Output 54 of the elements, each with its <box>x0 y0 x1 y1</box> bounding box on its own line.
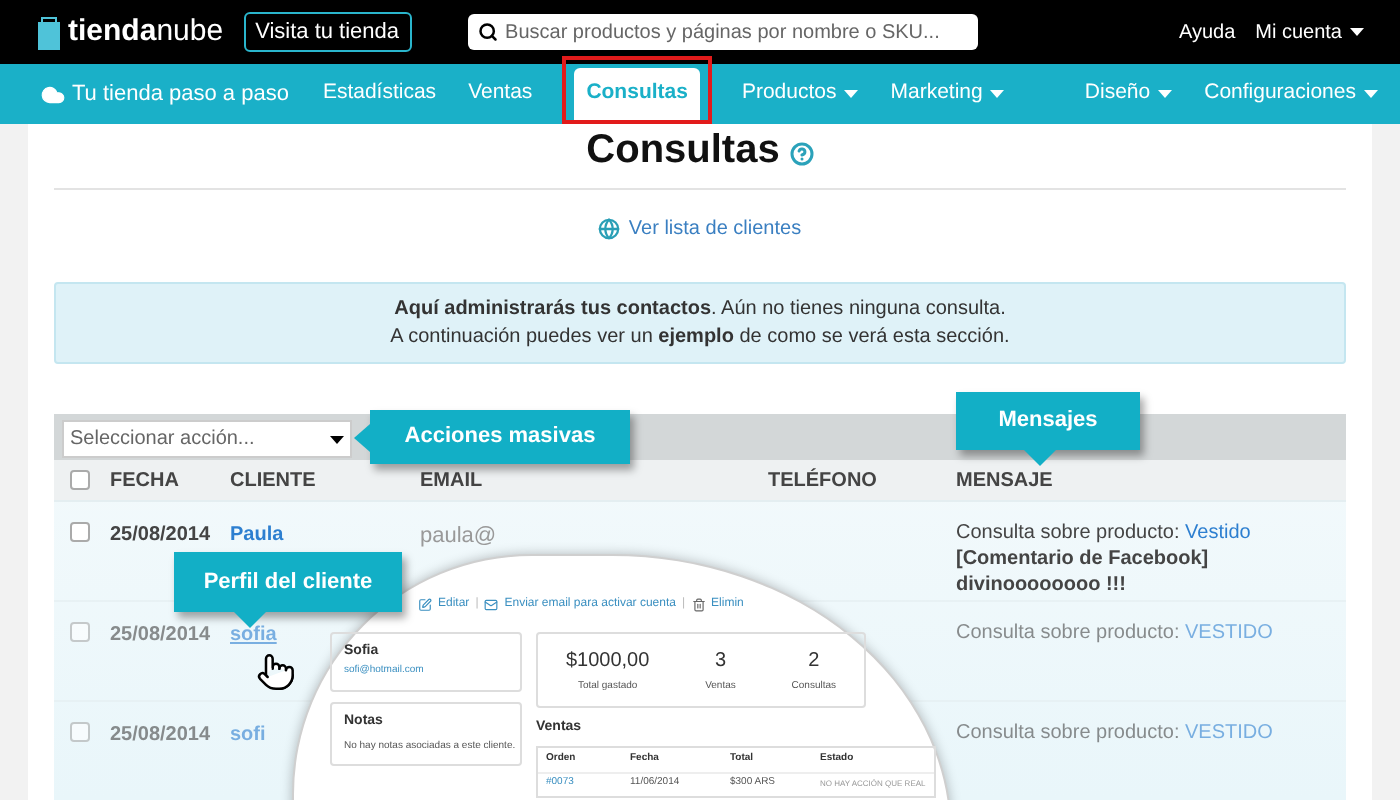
callout-tail <box>234 612 266 628</box>
column-header: CLIENTE <box>230 467 316 495</box>
stat-value: 3 <box>714 647 726 676</box>
client-link[interactable]: Paula <box>230 524 284 546</box>
checkbox[interactable] <box>70 470 90 490</box>
message-text: Consulta sobre producto: Vestido <box>956 520 1253 546</box>
account-link[interactable]: Ayuda <box>1178 17 1236 47</box>
account-link[interactable]: Mi cuenta <box>1255 17 1364 47</box>
nav-link[interactable]: Tu tienda paso a paso <box>40 77 289 111</box>
column-header: MENSAJE <box>956 467 1053 495</box>
hand-cursor-icon <box>256 652 296 692</box>
message-text: Consulta sobre producto: VESTIDO <box>956 620 1275 646</box>
logo-text: tiendanube <box>68 11 224 52</box>
edit-icon <box>418 598 432 612</box>
stat-value: $1000,00 <box>565 647 650 676</box>
callout-tail <box>354 424 370 452</box>
checkbox[interactable] <box>70 622 90 642</box>
cloud-icon <box>40 81 66 107</box>
column-header: EMAIL <box>420 467 483 495</box>
nav-tab[interactable]: Estadísticas <box>320 64 439 124</box>
bulk-action-select[interactable]: Seleccionar acción... <box>62 420 352 458</box>
message-text: Consulta sobre producto: VESTIDO <box>956 720 1275 746</box>
help-icon <box>789 142 814 166</box>
client-link[interactable]: sofi <box>230 724 266 746</box>
date-cell-text: 25/08/2014 <box>110 722 213 750</box>
nav-tab[interactable]: Ventas <box>466 64 535 124</box>
nav-tab[interactable]: Marketing <box>888 64 1007 124</box>
nav-tab[interactable]: Diseño <box>1082 64 1175 124</box>
date-cell-text: 25/08/2014 <box>110 522 213 550</box>
bag-logo-icon <box>36 15 62 49</box>
date-cell-text: 25/08/2014 <box>110 622 213 650</box>
client-link[interactable]: sofia <box>230 624 277 646</box>
checkbox[interactable] <box>70 722 90 742</box>
comment-text: [Comentario de Facebook] divinoooooooo !!! <box>956 546 1211 598</box>
page-title: Consultas <box>586 126 780 176</box>
callout-tail <box>1024 450 1056 466</box>
nav-tab[interactable]: Configuraciones <box>1202 64 1380 124</box>
search-field[interactable]: Buscar productos y páginas por nombre o SKU... <box>467 14 978 50</box>
stat-value: 2 <box>808 647 820 676</box>
info-text: A continuación puedes ver un ejemplo de como se verá esta sección. <box>390 323 1010 351</box>
checkbox[interactable] <box>70 522 90 542</box>
email-cell: paula@ <box>420 524 497 548</box>
info-text: Aquí administrarás tus contactos. Aún no tienes ninguna consulta. <box>394 295 1006 323</box>
column-header: FECHA <box>110 467 179 495</box>
column-header: TELÉFONO <box>768 466 877 495</box>
search-icon <box>477 22 498 42</box>
nav-tab[interactable]: Consultas <box>574 68 700 120</box>
nav-tab[interactable]: Productos <box>739 64 861 124</box>
trash-icon <box>691 598 706 612</box>
globe-icon <box>598 217 621 239</box>
mail-icon <box>484 598 499 612</box>
clients-link[interactable]: Ver lista de clientes <box>598 214 802 242</box>
visit-store-button[interactable]: Visita tu tienda <box>243 12 412 52</box>
caret-icon <box>330 435 344 443</box>
